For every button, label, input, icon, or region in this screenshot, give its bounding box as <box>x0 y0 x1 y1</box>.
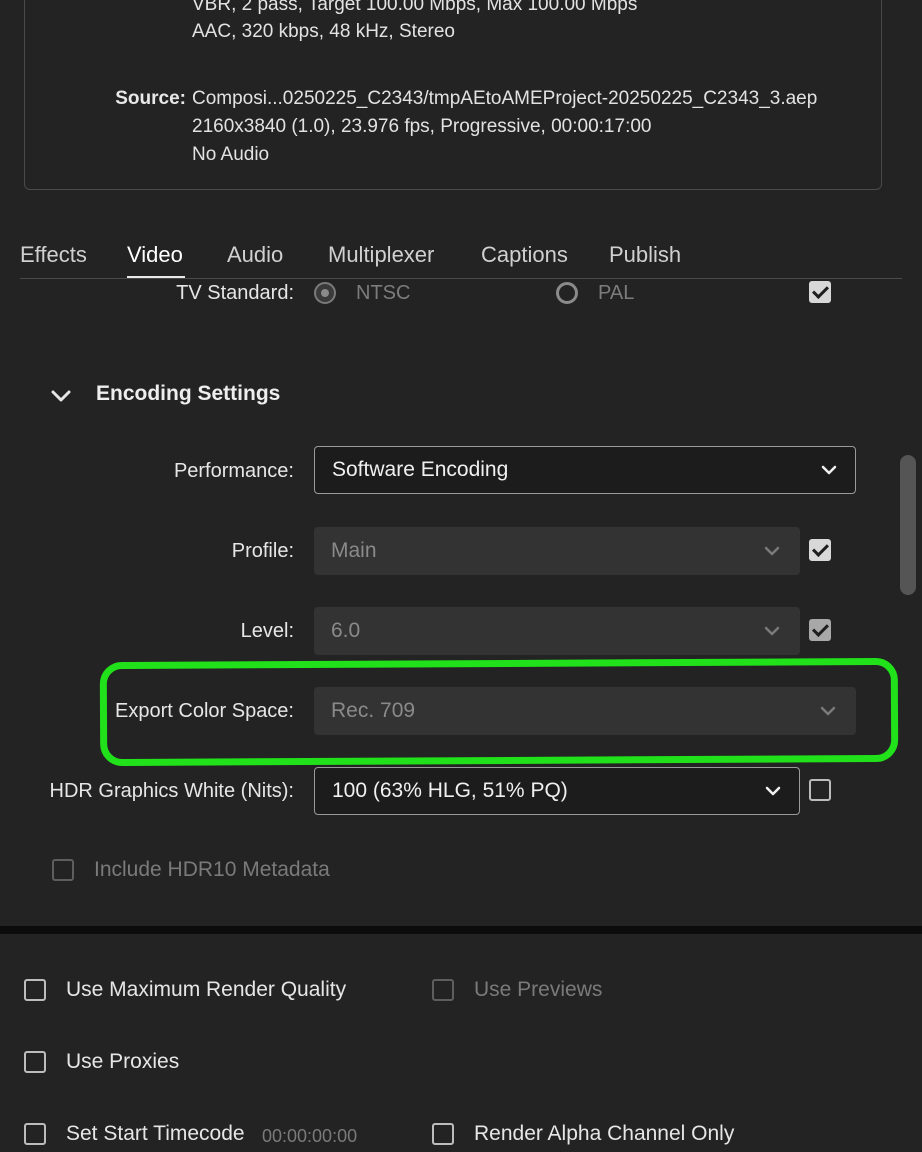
set-start-timecode-checkbox[interactable] <box>24 1123 46 1145</box>
hdr-graphics-white-label: HDR Graphics White (Nits): <box>49 780 294 802</box>
highlight-annotation <box>99 657 899 767</box>
tv-standard-label: TV Standard: <box>176 282 294 304</box>
max-render-quality-checkbox[interactable] <box>24 979 46 1001</box>
profile-label: Profile: <box>231 540 294 562</box>
ntsc-radio[interactable] <box>314 282 336 304</box>
level-match-source-checkbox[interactable] <box>809 619 831 641</box>
source-video-info: 2160x3840 (1.0), 23.976 fps, Progressive… <box>192 116 652 137</box>
use-proxies-label: Use Proxies <box>66 1050 180 1073</box>
output-video-summary: VBR, 2 pass, Target 100.00 Mbps, Max 100… <box>192 0 638 15</box>
tab-audio[interactable]: Audio <box>227 242 283 268</box>
chevron-down-icon[interactable] <box>50 387 72 405</box>
pal-radio[interactable] <box>556 282 578 304</box>
max-render-quality-label: Use Maximum Render Quality <box>66 978 347 1001</box>
tv-standard-match-source-checkbox[interactable] <box>809 281 831 303</box>
encoding-settings-heading: Encoding Settings <box>96 382 281 405</box>
profile-value: Main <box>331 539 377 562</box>
profile-dropdown[interactable]: Main <box>314 527 800 575</box>
render-alpha-only-label: Render Alpha Channel Only <box>474 1122 735 1145</box>
tab-publish[interactable]: Publish <box>609 242 681 268</box>
use-previews-label: Use Previews <box>474 978 603 1001</box>
start-timecode-field[interactable]: 00:00:00:00 <box>262 1126 357 1147</box>
ntsc-label: NTSC <box>356 282 411 304</box>
hdr-graphics-white-dropdown[interactable]: 100 (63% HLG, 51% PQ) <box>314 767 800 815</box>
chevron-down-icon <box>764 546 780 556</box>
use-proxies-checkbox[interactable] <box>24 1051 46 1073</box>
source-audio-info: No Audio <box>192 144 270 165</box>
level-value: 6.0 <box>331 619 361 642</box>
chevron-down-icon <box>821 465 837 475</box>
pal-label: PAL <box>598 282 635 304</box>
tab-multiplexer[interactable]: Multiplexer <box>328 242 434 268</box>
settings-scrollbar[interactable] <box>900 455 916 595</box>
performance-label: Performance: <box>173 460 294 482</box>
tab-captions[interactable]: Captions <box>481 242 568 268</box>
performance-dropdown[interactable]: Software Encoding <box>314 446 856 494</box>
set-start-timecode-label: Set Start Timecode <box>66 1122 245 1145</box>
hdr10-metadata-label: Include HDR10 Metadata <box>94 858 330 881</box>
profile-match-source-checkbox[interactable] <box>809 539 831 561</box>
active-tab-indicator <box>127 276 185 278</box>
level-label: Level: <box>240 620 294 642</box>
render-alpha-only-checkbox[interactable] <box>432 1123 454 1145</box>
chevron-down-icon <box>765 786 781 796</box>
hdr10-metadata-checkbox[interactable] <box>52 859 74 881</box>
panel-divider <box>0 926 922 934</box>
performance-value: Software Encoding <box>332 458 509 481</box>
hdr-white-match-source-checkbox[interactable] <box>809 779 831 801</box>
level-dropdown[interactable]: 6.0 <box>314 607 800 655</box>
use-previews-checkbox[interactable] <box>432 979 454 1001</box>
source-path: Composi...0250225_C2343/tmpAEtoAMEProjec… <box>192 88 818 109</box>
tab-video[interactable]: Video <box>127 242 183 268</box>
tab-effects[interactable]: Effects <box>20 242 87 268</box>
hdr-graphics-white-value: 100 (63% HLG, 51% PQ) <box>332 779 568 802</box>
output-audio-summary: AAC, 320 kbps, 48 kHz, Stereo <box>192 21 455 42</box>
tab-bar-divider <box>20 278 902 279</box>
chevron-down-icon <box>764 626 780 636</box>
source-label: Source: <box>115 88 186 109</box>
